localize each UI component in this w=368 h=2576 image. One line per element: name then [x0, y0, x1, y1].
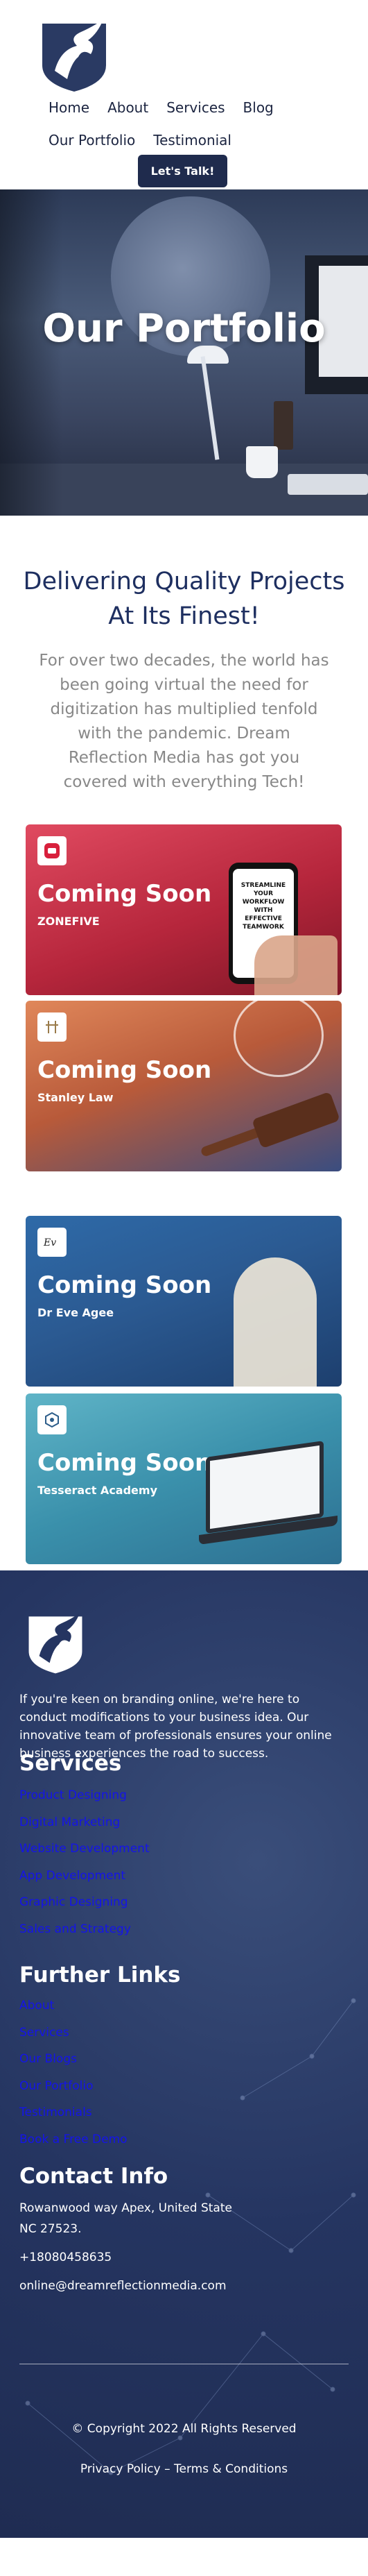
hero-keyboard-image [288, 474, 368, 495]
intro-heading: Delivering Quality Projects At Its Fines… [23, 568, 345, 630]
card-title: Coming Soon [37, 880, 212, 908]
nav-row-primary: Home About Services Blog [49, 99, 292, 116]
brand-logo-icon[interactable] [40, 17, 109, 93]
footer-link[interactable]: Graphic Designing [19, 1889, 150, 1916]
nav-our-portfolio[interactable]: Our Portfolio [49, 132, 135, 149]
dr-eve-agee-logo-icon: Ev [37, 1228, 67, 1257]
services-heading: Services [19, 1751, 122, 1776]
footer-link[interactable]: Product Designing [19, 1782, 150, 1809]
nav-about[interactable]: About [107, 99, 148, 116]
footer-link[interactable]: Book a Free Demo [19, 2126, 128, 2153]
nav-services[interactable]: Services [166, 99, 225, 116]
lets-talk-button[interactable]: Let's Talk! [138, 155, 227, 187]
intro-section: Delivering Quality Projects At Its Fines… [0, 516, 368, 824]
card-title: Coming Soon [37, 1449, 212, 1477]
site-footer: If you're keen on branding online, we're… [0, 1570, 368, 2538]
gavel-image [252, 1091, 340, 1149]
footer-link[interactable]: Website Development [19, 1836, 150, 1863]
zonefive-logo-icon [37, 836, 67, 865]
copyright-text: © Copyright 2022 All Rights Reserved [71, 2422, 297, 2436]
footer-link[interactable]: Testimonials [19, 2099, 128, 2126]
card-title: Coming Soon [37, 1056, 212, 1084]
legal-links[interactable]: Privacy Policy – Terms & Conditions [0, 2462, 368, 2476]
footer-logo-icon[interactable] [26, 1611, 85, 1675]
stanley-law-logo-icon [37, 1012, 67, 1042]
footer-link[interactable]: Sales and Strategy [19, 1916, 150, 1943]
card-client: ZONEFIVE [37, 915, 100, 928]
site-header: Home About Services Blog Our Portfolio Testi… [0, 0, 368, 189]
intro-text: For over two decades, the world has been… [39, 652, 329, 791]
footer-link[interactable]: Digital Marketing [19, 1809, 150, 1836]
nav-testimonial[interactable]: Testimonial [153, 132, 231, 149]
portfolio-card-stanley-law[interactable]: Coming Soon Stanley Law [26, 1001, 342, 1171]
contact-address: Rowanwood way Apex, United State NC 2752… [19, 2201, 232, 2236]
portfolio-grid: Coming Soon ZONEFIVE STREAMLINE YOUR WOR… [0, 824, 368, 1570]
hero-banner: Our Portfolio [0, 189, 368, 516]
footer-link[interactable]: App Development [19, 1863, 150, 1890]
portfolio-card-zonefive[interactable]: Coming Soon ZONEFIVE STREAMLINE YOUR WOR… [26, 824, 342, 995]
svg-text:Ev: Ev [43, 1237, 56, 1248]
contact-email[interactable]: online@dreamreflectionmedia.com [19, 2276, 227, 2296]
nav-home[interactable]: Home [49, 99, 89, 116]
card-client: Tesseract Academy [37, 1484, 157, 1497]
further-links-heading: Further Links [19, 1963, 181, 1988]
scales-of-justice-icon [234, 1001, 324, 1077]
contact-heading: Contact Info [19, 2164, 168, 2189]
nav-blog[interactable]: Blog [243, 99, 274, 116]
further-links-list: About Services Our Blogs Our Portfolio T… [19, 1992, 128, 2153]
footer-link[interactable]: Services [19, 2019, 128, 2047]
hero-cup-image [246, 446, 278, 478]
services-list: Product Designing Digital Marketing Webs… [19, 1782, 150, 1943]
card-client: Stanley Law [37, 1091, 114, 1104]
nav-row-secondary: Our Portfolio Testimonial [49, 132, 249, 149]
tesseract-academy-logo-icon [37, 1405, 67, 1434]
page-title: Our Portfolio [42, 306, 326, 351]
footer-link[interactable]: Our Blogs [19, 2046, 128, 2073]
portfolio-card-tesseract-academy[interactable]: Coming Soon Tesseract Academy [26, 1393, 342, 1564]
card-client: Dr Eve Agee [37, 1306, 114, 1319]
card-title: Coming Soon [37, 1271, 212, 1299]
portfolio-card-dr-eve-agee[interactable]: Ev Coming Soon Dr Eve Agee [26, 1216, 342, 1387]
footer-link[interactable]: Our Portfolio [19, 2073, 128, 2100]
woman-image [234, 1257, 317, 1387]
footer-link[interactable]: About [19, 1992, 128, 2019]
contact-phone[interactable]: +18080458635 [19, 2247, 112, 2268]
